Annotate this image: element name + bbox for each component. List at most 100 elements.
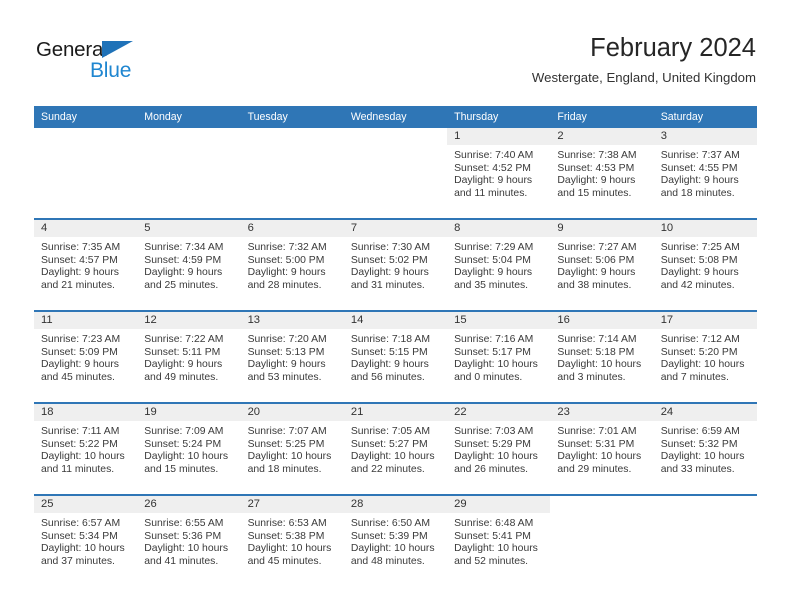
sunrise-time: Sunrise: 6:48 AM — [454, 518, 534, 529]
sunrise-time: Sunrise: 7:32 AM — [247, 242, 327, 253]
weekday-header-tuesday: Tuesday — [240, 106, 344, 128]
calendar-day-cell[interactable]: 24 Sunrise: 6:59 AM Sunset: 5:32 PM Dayligh… — [653, 403, 757, 496]
sunrise-time: Sunrise: 7:23 AM — [41, 334, 121, 345]
sunset-time: Sunset: 5:08 PM — [660, 254, 738, 266]
sunset-time: Sunset: 5:24 PM — [144, 438, 222, 450]
calendar-day-cell[interactable]: 2 Sunrise: 7:38 AM Sunset: 4:53 PM Daylight… — [550, 128, 654, 220]
day-number: 1 — [447, 128, 551, 145]
daylight-line-1: Daylight: 10 hours — [350, 451, 435, 463]
calendar-day-cell[interactable]: 6 Sunrise: 7:32 AM Sunset: 5:00 PM Daylight… — [240, 219, 344, 312]
calendar-day-cell[interactable]: 10 Sunrise: 7:25 AM Sunset: 5:08 PM Dayligh… — [653, 219, 757, 312]
calendar-day-cell[interactable]: 14 Sunrise: 7:18 AM Sunset: 5:15 PM Dayligh… — [343, 311, 448, 404]
day-sun-info: Sunrise: 7:12 AM Sunset: 5:20 PM Daylight:… — [654, 329, 757, 384]
daylight-line-1: Daylight: 10 hours — [247, 543, 332, 555]
calendar-day-cell[interactable]: 1 Sunrise: 7:40 AM Sunset: 4:52 PM Daylight… — [447, 128, 551, 220]
day-box: 13 Sunrise: 7:20 AM Sunset: 5:13 PM Dayligh… — [240, 312, 344, 402]
sunset-time: Sunset: 4:59 PM — [144, 254, 222, 266]
daylight-line-2: and 49 minutes. — [144, 371, 219, 383]
calendar-body: 1 Sunrise: 7:40 AM Sunset: 4:52 PM Daylight… — [34, 128, 757, 586]
day-sun-info: Sunrise: 7:03 AM Sunset: 5:29 PM Daylight:… — [447, 421, 550, 476]
calendar-day-cell[interactable]: 15 Sunrise: 7:16 AM Sunset: 5:17 PM Dayligh… — [447, 311, 551, 404]
sunrise-time: Sunrise: 7:09 AM — [144, 426, 224, 437]
calendar-day-cell[interactable]: 3 Sunrise: 7:37 AM Sunset: 4:55 PM Daylight… — [653, 128, 757, 220]
daylight-line-2: and 52 minutes. — [454, 555, 529, 567]
day-box: 2 Sunrise: 7:38 AM Sunset: 4:53 PM Daylight… — [550, 128, 654, 218]
calendar-day-cell[interactable]: 21 Sunrise: 7:05 AM Sunset: 5:27 PM Dayligh… — [343, 403, 448, 496]
day-sun-info — [34, 145, 137, 150]
calendar-week-row: 4 Sunrise: 7:35 AM Sunset: 4:57 PM Daylight… — [34, 219, 757, 312]
day-number: 8 — [447, 220, 551, 237]
day-number: 20 — [240, 404, 344, 421]
day-sun-info: Sunrise: 7:38 AM Sunset: 4:53 PM Daylight:… — [550, 145, 653, 200]
daylight-line-2: and 18 minutes. — [660, 187, 735, 199]
calendar-day-cell[interactable]: 12 Sunrise: 7:22 AM Sunset: 5:11 PM Dayligh… — [137, 311, 241, 404]
calendar-day-cell[interactable]: 11 Sunrise: 7:23 AM Sunset: 5:09 PM Dayligh… — [34, 311, 138, 404]
calendar-day-cell[interactable]: 17 Sunrise: 7:12 AM Sunset: 5:20 PM Dayligh… — [653, 311, 757, 404]
day-sun-info: Sunrise: 7:34 AM Sunset: 4:59 PM Daylight:… — [137, 237, 240, 292]
sunset-time: Sunset: 5:04 PM — [454, 254, 531, 266]
daylight-line-1: Daylight: 10 hours — [41, 451, 125, 463]
calendar-day-cell[interactable]: 9 Sunrise: 7:27 AM Sunset: 5:06 PM Daylight… — [550, 219, 654, 312]
calendar-day-cell[interactable]: 8 Sunrise: 7:29 AM Sunset: 5:04 PM Daylight… — [447, 219, 551, 312]
calendar-day-cell[interactable]: 23 Sunrise: 7:01 AM Sunset: 5:31 PM Dayligh… — [550, 403, 654, 496]
calendar-day-cell[interactable]: 29 Sunrise: 6:48 AM Sunset: 5:41 PM Dayligh… — [447, 495, 551, 586]
day-number: 21 — [343, 404, 448, 421]
daylight-line-1: Daylight: 9 hours — [557, 267, 636, 279]
sunset-time: Sunset: 5:39 PM — [350, 530, 428, 542]
sunrise-time: Sunrise: 7:25 AM — [660, 242, 740, 253]
sunset-time: Sunset: 4:52 PM — [454, 162, 531, 174]
sunrise-time: Sunrise: 7:07 AM — [247, 426, 327, 437]
daylight-line-2: and 18 minutes. — [247, 463, 322, 475]
day-number — [34, 128, 138, 145]
day-box: 8 Sunrise: 7:29 AM Sunset: 5:04 PM Daylight… — [447, 220, 551, 310]
day-number: 4 — [34, 220, 138, 237]
daylight-line-2: and 35 minutes. — [454, 279, 529, 291]
calendar-day-cell[interactable]: 25 Sunrise: 6:57 AM Sunset: 5:34 PM Dayligh… — [34, 495, 138, 586]
day-sun-info: Sunrise: 7:01 AM Sunset: 5:31 PM Daylight:… — [550, 421, 653, 476]
calendar-day-cell[interactable]: 16 Sunrise: 7:14 AM Sunset: 5:18 PM Dayligh… — [550, 311, 654, 404]
calendar-day-cell[interactable]: 28 Sunrise: 6:50 AM Sunset: 5:39 PM Dayligh… — [343, 495, 448, 586]
day-box: 16 Sunrise: 7:14 AM Sunset: 5:18 PM Dayligh… — [550, 312, 654, 402]
sunset-time: Sunset: 5:13 PM — [247, 346, 325, 358]
calendar-day-cell[interactable]: 7 Sunrise: 7:30 AM Sunset: 5:02 PM Daylight… — [343, 219, 448, 312]
day-number: 29 — [447, 496, 551, 513]
sunset-time: Sunset: 5:36 PM — [144, 530, 222, 542]
day-box: 17 Sunrise: 7:12 AM Sunset: 5:20 PM Dayligh… — [653, 312, 757, 402]
triangle-icon — [102, 41, 133, 58]
sunrise-time: Sunrise: 7:05 AM — [350, 426, 430, 437]
day-sun-info: Sunrise: 7:11 AM Sunset: 5:22 PM Daylight:… — [34, 421, 137, 476]
day-number: 12 — [137, 312, 241, 329]
day-box — [240, 128, 344, 218]
day-sun-info — [241, 145, 344, 150]
sunset-time: Sunset: 5:17 PM — [454, 346, 531, 358]
sunset-time: Sunset: 5:09 PM — [41, 346, 118, 358]
daylight-line-2: and 11 minutes. — [454, 187, 528, 199]
sunrise-time: Sunrise: 6:55 AM — [144, 518, 224, 529]
calendar-day-cell[interactable]: 5 Sunrise: 7:34 AM Sunset: 4:59 PM Daylight… — [137, 219, 241, 312]
day-number: 18 — [34, 404, 138, 421]
calendar-day-cell[interactable]: 22 Sunrise: 7:03 AM Sunset: 5:29 PM Dayligh… — [447, 403, 551, 496]
sunrise-time: Sunrise: 7:14 AM — [557, 334, 637, 345]
calendar-table: Sunday Monday Tuesday Wednesday Thursday… — [34, 106, 757, 586]
calendar-day-cell[interactable]: 13 Sunrise: 7:20 AM Sunset: 5:13 PM Dayligh… — [240, 311, 344, 404]
daylight-line-1: Daylight: 10 hours — [454, 359, 538, 371]
calendar-day-cell[interactable]: 19 Sunrise: 7:09 AM Sunset: 5:24 PM Dayligh… — [137, 403, 241, 496]
calendar-day-cell[interactable]: 20 Sunrise: 7:07 AM Sunset: 5:25 PM Dayligh… — [240, 403, 344, 496]
day-sun-info: Sunrise: 7:05 AM Sunset: 5:27 PM Daylight:… — [344, 421, 447, 476]
daylight-line-2: and 45 minutes. — [41, 371, 115, 383]
calendar-day-cell[interactable]: 4 Sunrise: 7:35 AM Sunset: 4:57 PM Daylight… — [34, 219, 138, 312]
day-number: 6 — [240, 220, 344, 237]
sunrise-time: Sunrise: 7:01 AM — [557, 426, 637, 437]
day-number — [137, 128, 241, 145]
day-number: 22 — [447, 404, 551, 421]
day-box — [550, 496, 654, 586]
day-box: 14 Sunrise: 7:18 AM Sunset: 5:15 PM Dayligh… — [343, 312, 448, 402]
day-box: 6 Sunrise: 7:32 AM Sunset: 5:00 PM Daylight… — [240, 220, 344, 310]
calendar-day-cell[interactable]: 27 Sunrise: 6:53 AM Sunset: 5:38 PM Dayligh… — [240, 495, 344, 586]
calendar-day-cell[interactable]: 18 Sunrise: 7:11 AM Sunset: 5:22 PM Dayligh… — [34, 403, 138, 496]
daylight-line-2: and 0 minutes. — [454, 371, 523, 383]
day-box: 7 Sunrise: 7:30 AM Sunset: 5:02 PM Daylight… — [343, 220, 448, 310]
daylight-line-2: and 42 minutes. — [660, 279, 735, 291]
day-sun-info: Sunrise: 6:50 AM Sunset: 5:39 PM Daylight:… — [344, 513, 447, 568]
calendar-day-cell[interactable]: 26 Sunrise: 6:55 AM Sunset: 5:36 PM Dayligh… — [137, 495, 241, 586]
